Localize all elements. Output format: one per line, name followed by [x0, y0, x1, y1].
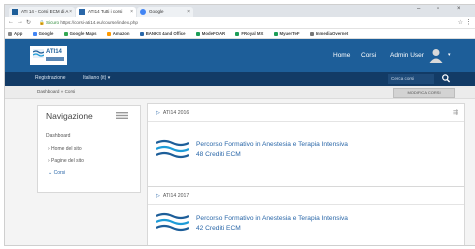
course-category-card: ▷ ATI14 2017 Percorso Formativo in Aneste…	[147, 186, 465, 245]
nav-home-link[interactable]: Home	[333, 52, 350, 59]
category-name: ATI14 2017	[162, 193, 190, 199]
nav-site-home-link[interactable]: › Home del sito	[48, 146, 82, 152]
course-search-input[interactable]: Cerca corsi	[388, 74, 434, 84]
site-favicon-icon	[12, 9, 18, 15]
bookmark-item[interactable]: ModeFOAR	[195, 31, 225, 36]
close-tab-icon[interactable]: ×	[130, 7, 133, 17]
breadcrumb-text[interactable]: Dashboard » Corsi	[37, 89, 75, 94]
site-favicon-icon	[79, 9, 85, 15]
tab-strip: ATI 14 - Corsi ECM di A × ATI14 Tutti i …	[5, 5, 475, 17]
bookmark-item[interactable]: InmediaOvernet	[309, 31, 348, 36]
close-tab-icon[interactable]: ×	[69, 7, 72, 17]
block-collapse-icon[interactable]	[116, 112, 128, 119]
close-window-icon[interactable]: ×	[457, 6, 461, 12]
category-header[interactable]: ▷ ATI14 2017	[156, 193, 189, 199]
category-name: ATI14 2016	[162, 110, 190, 116]
divider	[148, 204, 464, 205]
browser-tab-3[interactable]: Google ×	[137, 7, 193, 17]
navigation-title: Navigazione	[46, 111, 93, 121]
bookmark-item[interactable]: FRoyal MX	[235, 31, 263, 36]
course-category-card: ▷ ATI14 2016 ⇶ Percorso Formativo in Anes…	[147, 103, 465, 189]
tab-label: Google	[149, 9, 164, 14]
logo-wave-icon	[33, 49, 44, 58]
lock-icon: 🔒	[39, 20, 45, 25]
nav-corsi-link[interactable]: Corsi	[361, 52, 376, 59]
back-icon[interactable]: ←	[8, 19, 14, 25]
logo-subtitle-bar	[46, 57, 64, 61]
url-text: https://corsi-ati14.eu/course/index.php	[60, 20, 138, 25]
course-credits: 48 Crediti ECM	[196, 151, 241, 158]
browser-tab-1[interactable]: ATI 14 - Corsi ECM di A ×	[9, 7, 75, 17]
category-expand-icon: ▷	[156, 110, 160, 116]
google-favicon-icon	[140, 9, 146, 15]
category-expand-icon: ▷	[156, 193, 160, 199]
navigation-block: Navigazione Dashboard › Home del sito › …	[37, 105, 141, 193]
course-title-link[interactable]: Percorso Formativo in Anestesia e Terapi…	[196, 141, 348, 148]
reload-icon[interactable]: ↻	[26, 19, 31, 26]
bookmark-item[interactable]: Amazon	[106, 31, 129, 36]
bookmark-apps[interactable]: App	[8, 31, 22, 36]
minimize-icon[interactable]: –	[417, 6, 420, 12]
avatar-icon[interactable]	[428, 47, 444, 63]
collapse-toggle-icon[interactable]: ⇶	[453, 109, 458, 116]
edit-courses-button[interactable]: MODIFICA CORSI	[393, 88, 455, 98]
nav-courses-link[interactable]: ⌄ Corsi	[48, 170, 65, 176]
close-tab-icon[interactable]: ×	[187, 7, 190, 17]
user-menu-name[interactable]: Admin User	[390, 52, 424, 59]
chevron-down-icon[interactable]: ▾	[448, 52, 451, 58]
nav-dashboard-link[interactable]: Dashboard	[46, 133, 70, 139]
bookmark-item[interactable]: BANKS 4and Office	[139, 31, 186, 36]
browser-tab-2[interactable]: ATI14 Tutti i corsi ×	[76, 7, 136, 17]
bookmark-item[interactable]: Google	[32, 31, 53, 36]
site-header: ATI14 Home Corsi Admin User ▾	[5, 39, 475, 72]
course-image-icon	[156, 138, 189, 160]
secure-label: Sicuro	[46, 20, 60, 25]
nav-registrazione[interactable]: Registrazione	[35, 75, 66, 81]
language-selector[interactable]: Italiano (it) ▾	[83, 75, 110, 81]
site-logo[interactable]: ATI14	[30, 46, 67, 65]
bookmark-item[interactable]: Google Maps	[63, 31, 97, 36]
address-bar: ← → ↻ 🔒 Sicuro https://corsi-ati14.eu/co…	[5, 17, 475, 29]
browser-menu-icon[interactable]: ⋮	[465, 18, 472, 26]
bookmark-item[interactable]: MyuerTeF	[273, 31, 300, 36]
nav-site-pages-link[interactable]: › Pagine del sito	[48, 158, 84, 164]
category-header[interactable]: ▷ ATI14 2016	[156, 110, 189, 116]
tab-label: ATI 14 - Corsi ECM di A	[21, 9, 69, 14]
search-icon[interactable]	[441, 73, 451, 84]
screenshot-frame: ATI 14 - Corsi ECM di A × ATI14 Tutti i …	[0, 0, 475, 249]
breadcrumb: Dashboard » Corsi MODIFICA CORSI	[5, 86, 475, 99]
maximize-icon[interactable]: ▫	[437, 6, 439, 12]
course-credits: 42 Crediti ECM	[196, 225, 241, 232]
tab-label: ATI14 Tutti i corsi	[88, 9, 123, 14]
divider	[148, 121, 464, 122]
browser-window: ATI 14 - Corsi ECM di A × ATI14 Tutti i …	[4, 4, 475, 246]
bookmark-star-icon[interactable]: ☆	[458, 19, 463, 26]
logo-text: ATI14	[46, 49, 62, 55]
bookmarks-bar: App Google Google Maps Amazon BANKS 4and…	[5, 29, 475, 39]
forward-icon[interactable]: →	[17, 19, 23, 25]
url-field[interactable]: 🔒 Sicuro https://corsi-ati14.eu/course/i…	[39, 19, 459, 26]
course-image-icon	[156, 211, 189, 233]
secondary-nav: Registrazione Italiano (it) ▾ Cerca cors…	[5, 72, 475, 86]
course-title-link[interactable]: Percorso Formativo in Anestesia e Terapi…	[196, 215, 348, 222]
